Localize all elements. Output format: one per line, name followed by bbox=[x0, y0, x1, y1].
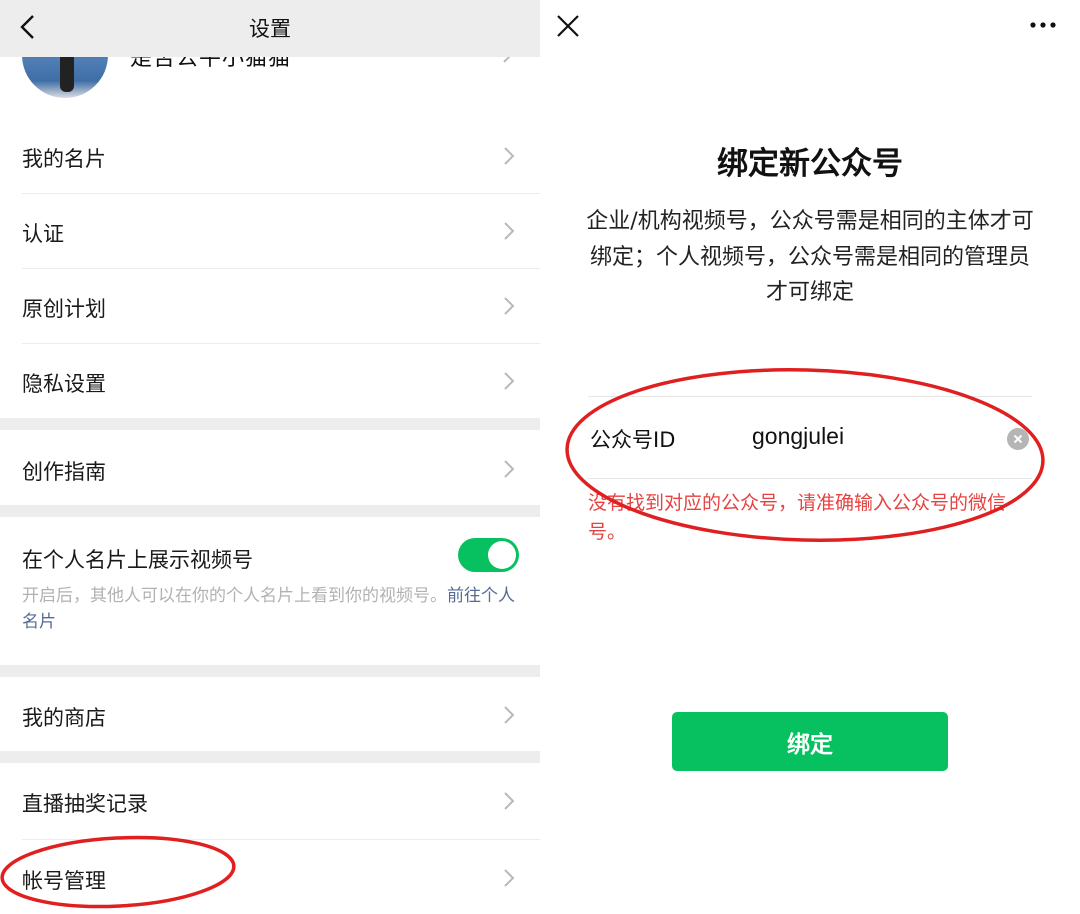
toggle-label: 在个人名片上展示视频号 bbox=[22, 548, 253, 572]
section-separator bbox=[0, 418, 540, 430]
close-icon[interactable] bbox=[554, 12, 582, 40]
official-account-id-label: 公众号ID bbox=[590, 428, 676, 452]
chevron-right-icon bbox=[504, 460, 515, 478]
page-title: 设置 bbox=[249, 17, 291, 41]
item-label: 隐私设置 bbox=[22, 372, 106, 396]
header-bar: 设置 bbox=[0, 0, 540, 57]
settings-item-account-management[interactable]: 帐号管理 bbox=[0, 840, 540, 914]
error-message: 没有找到对应的公众号，请准确输入公众号的微信号。 bbox=[588, 492, 1007, 543]
settings-item-live-lottery-records[interactable]: 直播抽奖记录 bbox=[0, 763, 540, 839]
dialog-title: 绑定新公众号 bbox=[717, 146, 903, 182]
toggle-description-text: 开启后，其他人可以在你的个人名片上看到你的视频号。 bbox=[22, 586, 447, 606]
chevron-right-icon bbox=[504, 372, 515, 390]
chevron-right-icon bbox=[504, 869, 515, 887]
settings-item-my-card[interactable]: 我的名片 bbox=[0, 118, 540, 193]
chevron-right-icon bbox=[504, 297, 515, 315]
section-separator bbox=[0, 751, 540, 763]
show-channel-toggle[interactable] bbox=[458, 538, 519, 572]
input-top-border bbox=[588, 396, 1032, 397]
item-label: 认证 bbox=[22, 222, 64, 246]
item-label: 直播抽奖记录 bbox=[22, 792, 148, 816]
official-account-id-input[interactable] bbox=[752, 420, 992, 452]
bind-button[interactable]: 绑定 bbox=[672, 712, 948, 771]
settings-item-verification[interactable]: 认证 bbox=[0, 194, 540, 268]
item-label: 帐号管理 bbox=[22, 869, 106, 893]
section-separator bbox=[0, 665, 540, 677]
settings-item-creation-guide[interactable]: 创作指南 bbox=[0, 430, 540, 505]
chevron-right-icon bbox=[504, 222, 515, 240]
chevron-right-icon bbox=[504, 792, 515, 810]
item-label: 创作指南 bbox=[22, 460, 106, 484]
toggle-knob bbox=[488, 541, 516, 569]
chevron-right-icon bbox=[504, 147, 515, 165]
settings-item-privacy[interactable]: 隐私设置 bbox=[0, 344, 540, 418]
input-bottom-border bbox=[588, 478, 1032, 479]
settings-panel: 是否公平小猫猫 设置 我的名片 认证 原创计划 隐私设置 创作指南 在个人名片上… bbox=[0, 0, 540, 914]
binding-rules-description: 企业/机构视频号，公众号需是相同的主体才可绑定；个人视频号，公众号需是相同的管理… bbox=[586, 209, 1034, 305]
bind-official-account-panel: 绑定新公众号 企业/机构视频号，公众号需是相同的主体才可绑定；个人视频号，公众号… bbox=[540, 0, 1080, 914]
toggle-description: 开启后，其他人可以在你的个人名片上看到你的视频号。前往个人名片 bbox=[22, 583, 518, 635]
chevron-right-icon bbox=[504, 706, 515, 724]
settings-item-my-store[interactable]: 我的商店 bbox=[0, 677, 540, 751]
more-dots-icon[interactable] bbox=[1028, 14, 1058, 36]
item-label: 我的名片 bbox=[22, 147, 106, 171]
item-label: 我的商店 bbox=[22, 706, 106, 730]
settings-item-original-plan[interactable]: 原创计划 bbox=[0, 269, 540, 343]
section-separator bbox=[0, 505, 540, 517]
item-label: 原创计划 bbox=[22, 297, 106, 321]
clear-input-icon[interactable] bbox=[1007, 428, 1029, 450]
